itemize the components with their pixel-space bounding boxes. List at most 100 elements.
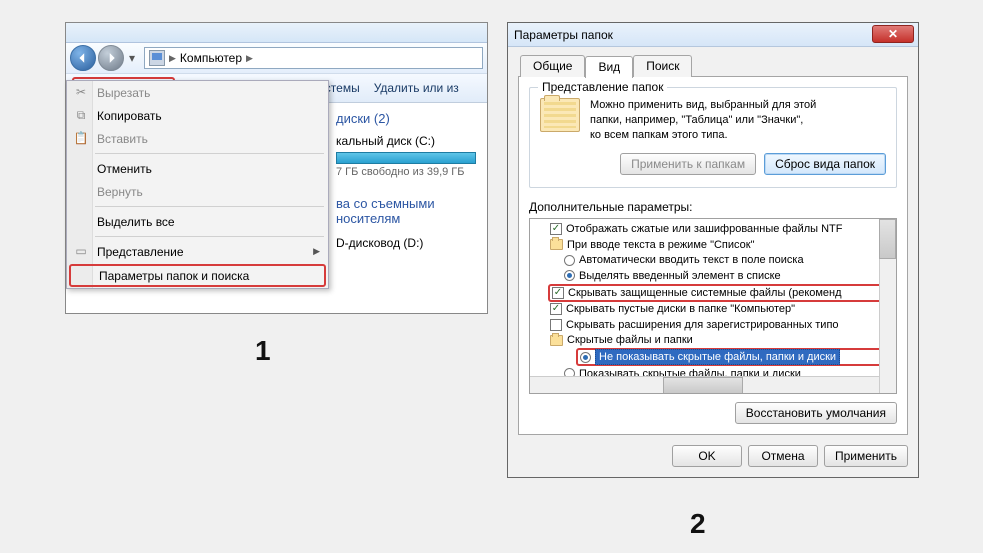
folder-options-dialog: Параметры папок ✕ Общие Вид Поиск Предст… — [507, 22, 919, 478]
drives-section-title: диски (2) — [336, 111, 487, 126]
tree-item-label: Автоматически вводить текст в поле поиск… — [579, 254, 804, 266]
drive-c-usage-bar — [336, 152, 476, 164]
tab-search[interactable]: Поиск — [633, 55, 692, 77]
tree-item-label: При вводе текста в режиме "Список" — [567, 239, 754, 251]
tabs: Общие Вид Поиск — [520, 55, 908, 77]
folder-icon — [550, 335, 563, 346]
tree-item-label: Скрывать расширения для зарегистрированн… — [566, 319, 839, 331]
menu-paste[interactable]: 📋 Вставить — [67, 127, 328, 150]
folder-views-group: Представление папок Можно применить вид,… — [529, 87, 897, 188]
cut-icon: ✂ — [73, 84, 89, 100]
tree-item-highlighted-selected[interactable]: Не показывать скрытые файлы, папки и дис… — [576, 348, 894, 366]
radio-unchecked-icon[interactable] — [564, 255, 575, 266]
drives-column: диски (2) кальный диск (C:) 7 ГБ свободн… — [326, 111, 487, 250]
tree-item-label: Не показывать скрытые файлы, папки и дис… — [595, 349, 840, 365]
menu-undo[interactable]: Отменить — [67, 157, 328, 180]
tree-item-label: Скрывать пустые диски в папке "Компьютер… — [566, 303, 795, 315]
desc-line: папки, например, "Таблица" или "Значки", — [590, 113, 816, 128]
advanced-settings-label: Дополнительные параметры: — [529, 200, 897, 214]
tree-item[interactable]: Скрытые файлы и папки — [534, 333, 894, 349]
tab-view[interactable]: Вид — [585, 56, 633, 78]
explorer-navbar: ▾ ▶ Компьютер ▶ — [66, 43, 487, 73]
tree-item-label: Скрывать защищенные системные файлы (рек… — [568, 287, 842, 299]
checkbox-unchecked-icon[interactable] — [550, 319, 562, 331]
folder-icon — [540, 98, 580, 132]
drive-d-item[interactable]: D-дисковод (D:) — [336, 236, 487, 250]
dialog-close-button[interactable]: ✕ — [872, 25, 914, 43]
menu-select-all-label: Выделить все — [97, 215, 175, 229]
chevron-right-icon: ▶ — [169, 53, 176, 64]
tree-item-label: Отображать сжатые или зашифрованные файл… — [566, 223, 842, 235]
ok-button[interactable]: OK — [672, 445, 742, 467]
organize-menu: ✂ Вырезать ⧉ Копировать 📋 Вставить Отмен… — [66, 80, 329, 289]
radio-checked-icon[interactable] — [564, 270, 575, 281]
drive-c-free-space: 7 ГБ свободно из 39,9 ГБ — [336, 166, 487, 178]
nav-history-dropdown[interactable]: ▾ — [126, 48, 138, 68]
desc-line: ко всем папкам этого типа. — [590, 128, 816, 143]
annotation-label-2: 2 — [690, 508, 706, 540]
computer-icon — [149, 50, 165, 66]
nav-back-button[interactable] — [70, 45, 96, 71]
checkbox-checked-icon[interactable]: ✓ — [550, 223, 562, 235]
folder-views-description: Можно применить вид, выбранный для этой … — [590, 98, 816, 143]
dialog-titlebar[interactable]: Параметры папок ✕ — [508, 23, 918, 47]
menu-separator — [95, 153, 324, 154]
tree-content: ✓ Отображать сжатые или зашифрованные фай… — [530, 219, 896, 382]
reset-folders-button[interactable]: Сброс вида папок — [764, 153, 886, 175]
copy-icon: ⧉ — [73, 107, 89, 123]
scrollbar-thumb[interactable] — [879, 219, 896, 259]
toolbar-uninstall[interactable]: Удалить или из — [374, 81, 459, 95]
menu-copy-label: Копировать — [97, 109, 162, 123]
address-bar[interactable]: ▶ Компьютер ▶ — [144, 47, 483, 69]
menu-layout-label: Представление — [97, 245, 184, 259]
apply-button[interactable]: Применить — [824, 445, 908, 467]
menu-undo-label: Отменить — [97, 162, 152, 176]
cancel-button[interactable]: Отмена — [748, 445, 818, 467]
checkbox-checked-icon[interactable]: ✓ — [552, 287, 564, 299]
tree-item-label: Скрытые файлы и папки — [567, 334, 693, 346]
removable-section-title: ва со съемными носителям — [336, 196, 487, 226]
folder-views-group-title: Представление папок — [538, 80, 667, 94]
restore-defaults-button[interactable]: Восстановить умолчания — [735, 402, 897, 424]
advanced-settings-tree[interactable]: ✓ Отображать сжатые или зашифрованные фай… — [529, 218, 897, 394]
paste-icon: 📋 — [73, 130, 89, 146]
tree-item[interactable]: ✓ Отображать сжатые или зашифрованные фай… — [534, 222, 894, 238]
menu-redo[interactable]: Вернуть — [67, 180, 328, 203]
tree-item[interactable]: При вводе текста в режиме "Список" — [534, 237, 894, 253]
menu-copy[interactable]: ⧉ Копировать — [67, 104, 328, 127]
tree-item[interactable]: Автоматически вводить текст в поле поиск… — [534, 253, 894, 269]
tree-item-label: Выделять введенный элемент в списке — [579, 270, 781, 282]
dialog-title: Параметры папок — [514, 28, 613, 42]
horizontal-scrollbar[interactable] — [530, 376, 879, 393]
nav-forward-button[interactable] — [98, 45, 124, 71]
menu-select-all[interactable]: Выделить все — [67, 210, 328, 233]
apply-to-folders-button[interactable]: Применить к папкам — [620, 153, 756, 175]
checkbox-checked-icon[interactable]: ✓ — [550, 303, 562, 315]
folder-icon — [550, 239, 563, 250]
chevron-right-icon: ▶ — [246, 53, 253, 64]
tab-panel-view: Представление папок Можно применить вид,… — [518, 76, 908, 435]
breadcrumb-computer[interactable]: Компьютер — [180, 51, 242, 65]
desc-line: Можно применить вид, выбранный для этой — [590, 98, 816, 113]
dialog-body: Общие Вид Поиск Представление папок Можн… — [508, 47, 918, 477]
drive-c-item[interactable]: кальный диск (C:) — [336, 134, 487, 148]
explorer-titlebar[interactable] — [66, 23, 487, 43]
menu-paste-label: Вставить — [97, 132, 148, 146]
tab-general[interactable]: Общие — [520, 55, 585, 77]
tree-item[interactable]: ✓ Скрывать пустые диски в папке "Компьюте… — [534, 302, 894, 318]
menu-cut-label: Вырезать — [97, 86, 150, 100]
menu-layout[interactable]: ▭ Представление ▶ — [67, 240, 328, 263]
menu-folder-options-label: Параметры папок и поиска — [99, 269, 249, 283]
menu-redo-label: Вернуть — [97, 185, 143, 199]
tree-item[interactable]: Выделять введенный элемент в списке — [534, 268, 894, 284]
tree-item[interactable]: Скрывать расширения для зарегистрированн… — [534, 317, 894, 333]
scrollbar-thumb[interactable] — [663, 377, 743, 394]
tree-item-highlighted[interactable]: ✓ Скрывать защищенные системные файлы (ре… — [548, 284, 894, 302]
dialog-footer: OK Отмена Применить — [518, 445, 908, 467]
radio-checked-icon[interactable] — [580, 352, 591, 363]
vertical-scrollbar[interactable] — [879, 219, 896, 393]
submenu-arrow-icon: ▶ — [313, 246, 320, 257]
menu-folder-options[interactable]: Параметры папок и поиска — [69, 264, 326, 287]
menu-cut[interactable]: ✂ Вырезать — [67, 81, 328, 104]
annotation-label-1: 1 — [255, 335, 271, 367]
